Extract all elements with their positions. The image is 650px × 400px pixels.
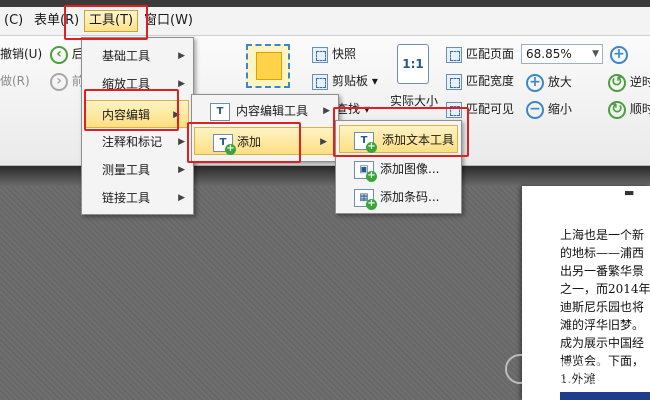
content-edit-tool-label: 内容编辑工具 — [236, 104, 309, 118]
menu-item-c[interactable]: (C) — [0, 10, 27, 32]
doc-line-3: 出另一番繁华景 — [560, 264, 645, 278]
add-text-tool-item[interactable]: T + 添加文本工具 — [339, 125, 458, 153]
zoom-out-label: 缩小 — [547, 102, 572, 116]
fit-visible-icon — [446, 101, 462, 118]
chevron-right-icon: ▶ — [320, 137, 327, 147]
tools-menu-zoom[interactable]: 缩放工具 ▶ — [82, 70, 193, 98]
fit-width-icon — [446, 73, 462, 90]
zoom-value: 68.85% — [526, 47, 572, 61]
chevron-down-icon: ▼ — [592, 49, 599, 59]
chevron-right-icon: ▶ — [178, 193, 185, 203]
fit-width-button[interactable]: 匹配宽度 — [446, 72, 514, 90]
window-top-strip — [0, 0, 650, 7]
back-button[interactable]: ‹ 后 — [50, 45, 84, 64]
camera-icon — [312, 46, 328, 63]
zoom-in-button[interactable]: + 放大 — [526, 73, 572, 92]
tools-menu-annotate[interactable]: 注释和标记 ▶ — [82, 128, 193, 156]
clipboard-label: 剪贴板 — [332, 74, 369, 88]
chevron-right-icon: ▶ — [178, 51, 185, 61]
magnifier-icon: + — [610, 45, 628, 64]
menu-window[interactable]: 窗口(W) — [140, 10, 197, 32]
actual-size-button[interactable]: 实际大小 — [390, 92, 438, 110]
zoom-in-icon: + — [526, 73, 544, 92]
find-label: 查找 — [336, 102, 361, 116]
forward-button[interactable]: › 前 — [50, 72, 84, 91]
fit-width-label: 匹配宽度 — [466, 74, 515, 88]
zoom-magnifier-button[interactable]: + — [610, 45, 628, 64]
chevron-right-icon: ▶ — [178, 165, 185, 175]
zoom-out-button[interactable]: − 缩小 — [526, 100, 572, 119]
redo-button[interactable]: 做(R) — [0, 72, 30, 90]
chevron-right-icon: ▶ — [178, 79, 185, 89]
tools-menu: 基础工具 ▶ 缩放工具 ▶ 内容编辑 ▶ 注释和标记 ▶ 测量工具 ▶ 链接工具 ▶ — [81, 37, 194, 215]
add-label: 添加 — [237, 135, 262, 149]
find-button[interactable]: 查找 ▾ — [336, 100, 370, 118]
doc-line-1: 上海也是一个新 — [560, 228, 645, 242]
content-edit-submenu: T 内容编辑工具 ▶ T + 添加 ▶ — [191, 94, 339, 162]
rotate-left-button[interactable]: ↺ 逆时 — [608, 73, 650, 92]
tools-menu-annotate-label: 注释和标记 — [102, 135, 163, 149]
tools-menu-content-edit[interactable]: 内容编辑 ▶ — [85, 100, 189, 128]
fit-visible-button[interactable]: 匹配可见 — [446, 100, 514, 118]
arrow-left-icon: ‹ — [50, 45, 68, 64]
zoom-select[interactable]: 68.85% ▼ — [521, 44, 603, 64]
rotate-left-label: 逆时 — [629, 75, 650, 89]
fit-page-button[interactable]: 匹配页面 — [446, 45, 514, 63]
snapshot-label: 快照 — [332, 47, 357, 61]
menu-form[interactable]: 表单(R) — [30, 10, 83, 32]
chevron-right-icon: ▶ — [178, 137, 185, 147]
doc-line-2: 的地标——浦西 — [560, 246, 645, 260]
tools-menu-basic[interactable]: 基础工具 ▶ — [82, 42, 193, 70]
add-item[interactable]: T + 添加 ▶ — [194, 127, 336, 155]
tools-menu-zoom-label: 缩放工具 — [102, 77, 151, 91]
tools-menu-link-label: 链接工具 — [102, 191, 151, 205]
add-barcode-label: 添加条码... — [380, 190, 440, 204]
watermark-subtext: XITONGZHIJIA.NET — [547, 378, 631, 387]
menu-tools[interactable]: 工具(T) — [84, 10, 139, 32]
snapshot-large-icon[interactable] — [246, 44, 290, 88]
chevron-right-icon: ▶ — [173, 110, 180, 120]
chevron-right-icon: ▶ — [323, 106, 330, 116]
add-text-icon: T + — [354, 132, 377, 153]
clipboard-icon — [312, 73, 328, 90]
snapshot-button[interactable]: 快照 — [312, 45, 356, 63]
tools-menu-measure-label: 测量工具 — [102, 163, 151, 177]
rotate-right-button[interactable]: ↻ 顺时 — [608, 100, 650, 119]
clipboard-button[interactable]: 剪贴板 ▾ — [312, 72, 378, 90]
text-edit-icon: T — [210, 103, 230, 121]
add-image-icon: ▣ + — [354, 161, 377, 182]
tools-menu-basic-label: 基础工具 — [102, 49, 151, 63]
menubar: (C) 表单(R) 工具(T) 窗口(W) — [0, 7, 650, 36]
doc-line-4: 之一，而2014年 — [560, 282, 650, 296]
tools-menu-measure[interactable]: 测量工具 ▶ — [82, 156, 193, 184]
doc-line-6: 滩的浮华旧梦。 — [560, 318, 645, 332]
add-content-icon: T + — [213, 134, 236, 155]
tools-menu-link[interactable]: 链接工具 ▶ — [82, 184, 193, 212]
actual-size-icon[interactable]: 1:1 — [397, 44, 429, 84]
zoom-out-icon: − — [526, 100, 544, 119]
watermark: 系统之家 XITONGZHIJIA.NET — [505, 348, 645, 394]
add-submenu: T + 添加文本工具 ▣ + 添加图像... ▦ + 添加条码... — [335, 120, 462, 214]
add-image-label: 添加图像... — [380, 162, 440, 176]
watermark-text: 系统之家 — [541, 360, 614, 379]
rotate-right-icon: ↻ — [608, 100, 626, 119]
fit-page-icon — [446, 46, 462, 63]
watermark-logo-icon — [505, 354, 535, 384]
arrow-right-icon: › — [50, 72, 68, 91]
tools-menu-content-edit-label: 内容编辑 — [102, 108, 151, 122]
add-text-tool-label: 添加文本工具 — [382, 133, 455, 147]
add-image-item[interactable]: ▣ + 添加图像... — [336, 155, 461, 183]
rotate-left-icon: ↺ — [608, 73, 626, 92]
fit-visible-label: 匹配可见 — [466, 102, 515, 116]
add-barcode-item[interactable]: ▦ + 添加条码... — [336, 183, 461, 211]
doc-line-5: 迪斯尼乐园也将 — [560, 300, 645, 314]
rotate-right-label: 顺时 — [629, 102, 650, 116]
page-marker-icon: ▬ — [624, 186, 635, 199]
undo-button[interactable]: 撤销(U) — [0, 45, 42, 63]
add-barcode-icon: ▦ + — [354, 189, 377, 210]
content-edit-tool-item[interactable]: T 内容编辑工具 ▶ — [192, 97, 338, 125]
fit-page-label: 匹配页面 — [466, 47, 515, 61]
zoom-in-label: 放大 — [547, 75, 572, 89]
